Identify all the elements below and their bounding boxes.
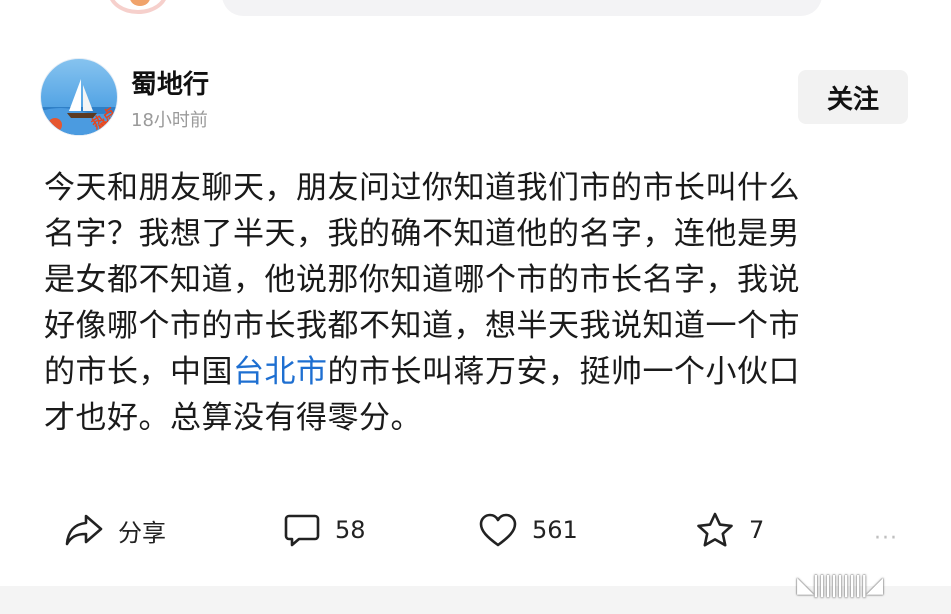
star-icon [697,512,733,547]
comment-count: 58 [335,516,366,544]
content-line: 名字？我想了半天，我的确不知道他的名字，连他是男 [44,216,800,252]
search-bar[interactable] [222,0,822,16]
favorite-button[interactable]: 7 [695,508,764,552]
follow-button[interactable]: 关注 [798,70,908,124]
heart-icon [479,513,517,547]
content-text: 的市长，中国 [44,354,233,390]
like-button[interactable]: 561 [478,508,578,552]
content-text: 的市长叫蒋万安，挺帅一个小伙口 [327,354,800,390]
author-avatar[interactable]: 热点侠 [40,58,118,136]
content-line: 今天和朋友聊天，朋友问过你知道我们市的市长叫什么 [44,170,800,206]
content-line: 才也好。总算没有得零分。 [44,400,422,436]
like-count: 561 [532,516,578,544]
content-line: 的市长，中国台北市的市长叫蒋万安，挺帅一个小伙口 [44,349,904,395]
watermark-logo: ◣|||||||||◢ [797,573,883,598]
app-logo-icon[interactable] [108,0,168,14]
content-line: 是女都不知道，他说那你知道哪个市的市长名字，我说 [44,262,800,298]
share-button[interactable]: 分享 [64,508,166,552]
top-bar [0,0,951,22]
post-time: 18小时前 [131,110,208,131]
more-options-icon[interactable]: ··· [874,526,898,551]
share-label: 分享 [118,518,166,547]
post-content: 今天和朋友聊天，朋友问过你知道我们市的市长叫什么 名字？我想了半天，我的确不知道… [44,165,904,441]
comment-icon [284,514,320,547]
comment-button[interactable]: 58 [283,508,366,552]
share-icon [65,514,103,546]
author-name[interactable]: 蜀地行 [131,64,209,101]
taipei-topic-link[interactable]: 台北市 [233,354,328,390]
content-line: 好像哪个市的市长我都不知道，想半天我说知道一个市 [44,308,800,344]
favorite-count: 7 [749,516,765,544]
